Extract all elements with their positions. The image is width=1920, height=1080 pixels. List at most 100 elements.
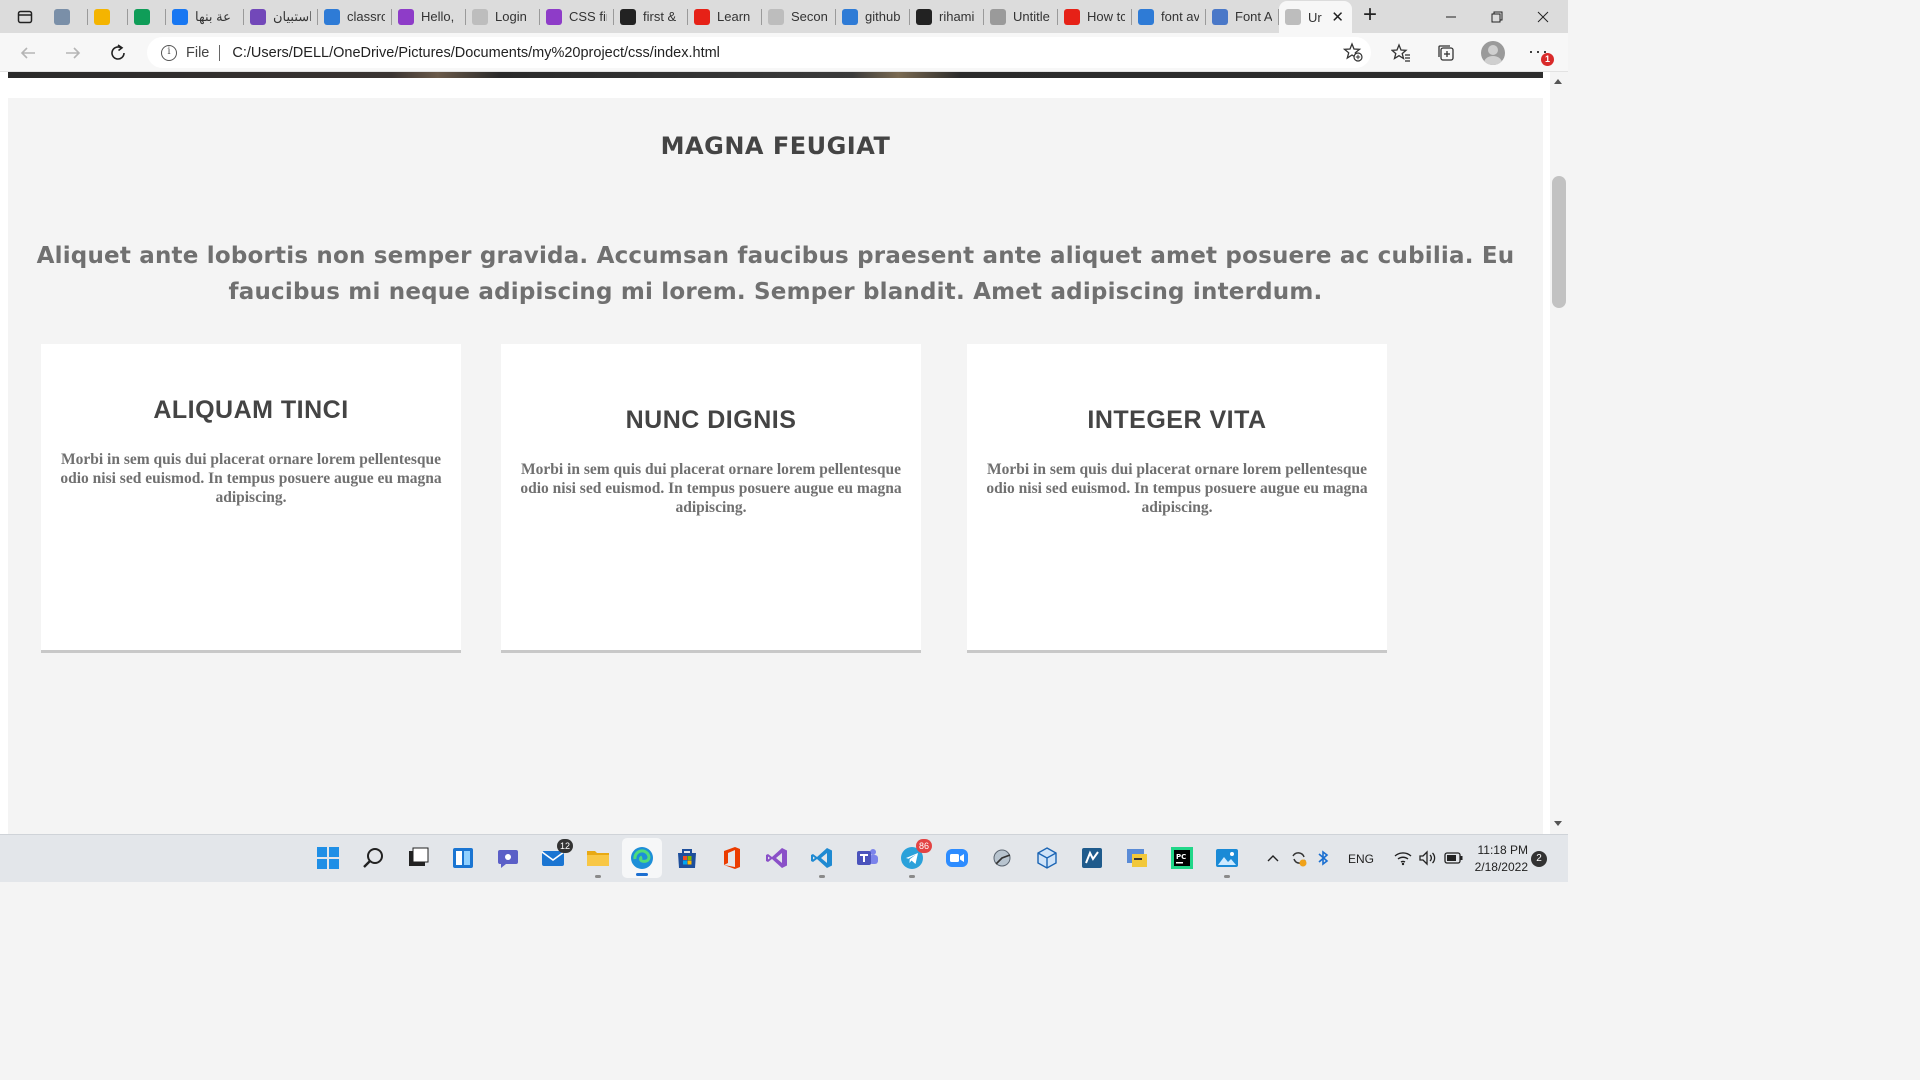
card-title: NUNC DIGNIS (625, 406, 797, 434)
browser-tab[interactable]: عة بنها (166, 2, 244, 31)
pycharm-button[interactable]: PC (1168, 844, 1196, 872)
widgets-button[interactable] (449, 844, 477, 872)
file-explorer-button[interactable] (584, 844, 612, 878)
browser-tab[interactable] (48, 2, 88, 31)
start-button[interactable] (314, 844, 342, 872)
browser-tab[interactable]: Secon (762, 2, 836, 31)
facebook-icon (172, 8, 188, 25)
tab-title: Login (495, 9, 527, 24)
browser-tab[interactable]: استبيان (244, 2, 318, 31)
vertical-scrollbar[interactable] (1550, 72, 1568, 834)
cube-icon (1037, 847, 1057, 869)
url-text[interactable]: C:/Users/DELL/OneDrive/Pictures/Document… (232, 45, 720, 61)
tab-active[interactable]: Ur ✕ (1279, 1, 1352, 33)
close-tab-icon[interactable]: ✕ (1331, 8, 1344, 26)
tab-title: rihami (939, 9, 975, 24)
forward-arrow-icon (66, 47, 81, 59)
system-tray: ENG (1266, 835, 1464, 883)
forms-icon (250, 8, 266, 25)
browser-tab[interactable] (128, 2, 166, 31)
youtube-icon (1064, 8, 1080, 25)
notification-center-badge[interactable]: 2 (1531, 851, 1547, 867)
back-button[interactable] (14, 39, 42, 67)
task-view-button[interactable] (404, 844, 432, 872)
visual-studio-button[interactable] (763, 844, 791, 872)
collections-button[interactable] (1435, 42, 1457, 64)
forward-button[interactable] (59, 39, 87, 67)
bluetooth-icon[interactable] (1316, 849, 1330, 870)
browser-tab[interactable]: classro (318, 2, 392, 31)
vscode-button[interactable] (808, 844, 836, 878)
browser-tab[interactable]: font av (1132, 2, 1206, 31)
browser-tab[interactable]: CSS fir (540, 2, 614, 31)
3d-viewer-button[interactable] (1033, 844, 1061, 872)
close-icon (1537, 11, 1549, 22)
tab-title: Learn (717, 9, 751, 24)
browser-tab[interactable]: Font A (1206, 2, 1279, 31)
input-language[interactable]: ENG (1348, 852, 1374, 866)
search-button[interactable] (359, 844, 387, 872)
address-bar[interactable]: i File C:/Users/DELL/OneDrive/Pictures/D… (147, 37, 1371, 68)
minimize-button[interactable] (1428, 0, 1474, 33)
add-favorite-button[interactable] (1342, 42, 1363, 66)
sync-status-icon[interactable] (1290, 849, 1308, 870)
site-info-icon[interactable]: i (161, 44, 177, 61)
refresh-icon (111, 44, 125, 60)
scroll-down-arrow[interactable] (1554, 821, 1562, 826)
mail-app-button[interactable]: 12 (539, 839, 573, 872)
scroll-thumb[interactable] (1552, 176, 1566, 308)
battery-icon[interactable] (1444, 851, 1464, 867)
browser-tab[interactable]: rihami (910, 2, 984, 31)
restore-icon (1491, 11, 1503, 22)
tab-title: classro (347, 9, 385, 24)
browser-tab[interactable]: first & (614, 2, 688, 31)
store-button[interactable] (673, 844, 701, 872)
browser-tab[interactable]: Untitle (984, 2, 1058, 31)
edge-browser-button[interactable] (622, 838, 662, 878)
scroll-up-arrow[interactable] (1554, 79, 1562, 84)
browser-tab[interactable]: Hello, (392, 2, 466, 31)
telegram-unread-badge: 86 (915, 839, 932, 853)
browser-tab[interactable]: How tc (1058, 2, 1132, 31)
feature-card: INTEGER VITA Morbi in sem quis dui place… (967, 344, 1387, 653)
card-text: Morbi in sem quis dui placerat ornare lo… (60, 451, 442, 506)
telegram-button[interactable]: 86 (898, 839, 932, 878)
bing-icon (1138, 8, 1154, 25)
youtube-icon (694, 8, 710, 25)
favorites-button[interactable] (1390, 42, 1412, 64)
show-hidden-icons-button[interactable] (1266, 851, 1280, 868)
rstudio-button[interactable] (1078, 844, 1106, 872)
document-icon (768, 8, 784, 25)
browser-tab[interactable]: Learn (688, 2, 762, 31)
network-tool-button[interactable] (988, 844, 1016, 872)
tab-actions-button[interactable] (10, 6, 40, 28)
favorites-icon (1391, 43, 1410, 62)
close-window-button[interactable] (1520, 0, 1566, 33)
volume-icon[interactable] (1418, 849, 1438, 869)
teams-chat-button[interactable] (494, 844, 522, 872)
wifi-icon[interactable] (1394, 850, 1412, 869)
restore-button[interactable] (1474, 0, 1520, 33)
tab-title: font av (1161, 9, 1199, 24)
taskbar-clock[interactable]: 11:18 PM 2/18/2022 (1468, 842, 1528, 876)
google-drive-icon (94, 8, 110, 25)
profile-avatar[interactable] (1481, 41, 1505, 65)
browser-tab[interactable]: Login (466, 2, 540, 31)
running-indicator (595, 875, 601, 878)
office-button[interactable] (718, 844, 746, 872)
refresh-button[interactable] (104, 39, 132, 67)
teams-icon (857, 849, 878, 865)
zoom-button[interactable] (943, 844, 971, 872)
card-title: INTEGER VITA (1087, 406, 1267, 434)
chat-icon (498, 850, 518, 868)
image-tab-icon (54, 8, 70, 25)
running-indicator (1224, 875, 1230, 878)
tab-title: CSS fir (569, 9, 607, 24)
browser-tab[interactable]: github (836, 2, 910, 31)
python-ide-button[interactable] (1123, 844, 1151, 872)
new-tab-button[interactable]: + (1357, 3, 1383, 29)
tab-title: github (865, 9, 901, 24)
browser-tab[interactable] (88, 2, 128, 31)
photos-button[interactable] (1213, 844, 1241, 878)
teams-button[interactable] (853, 844, 881, 872)
